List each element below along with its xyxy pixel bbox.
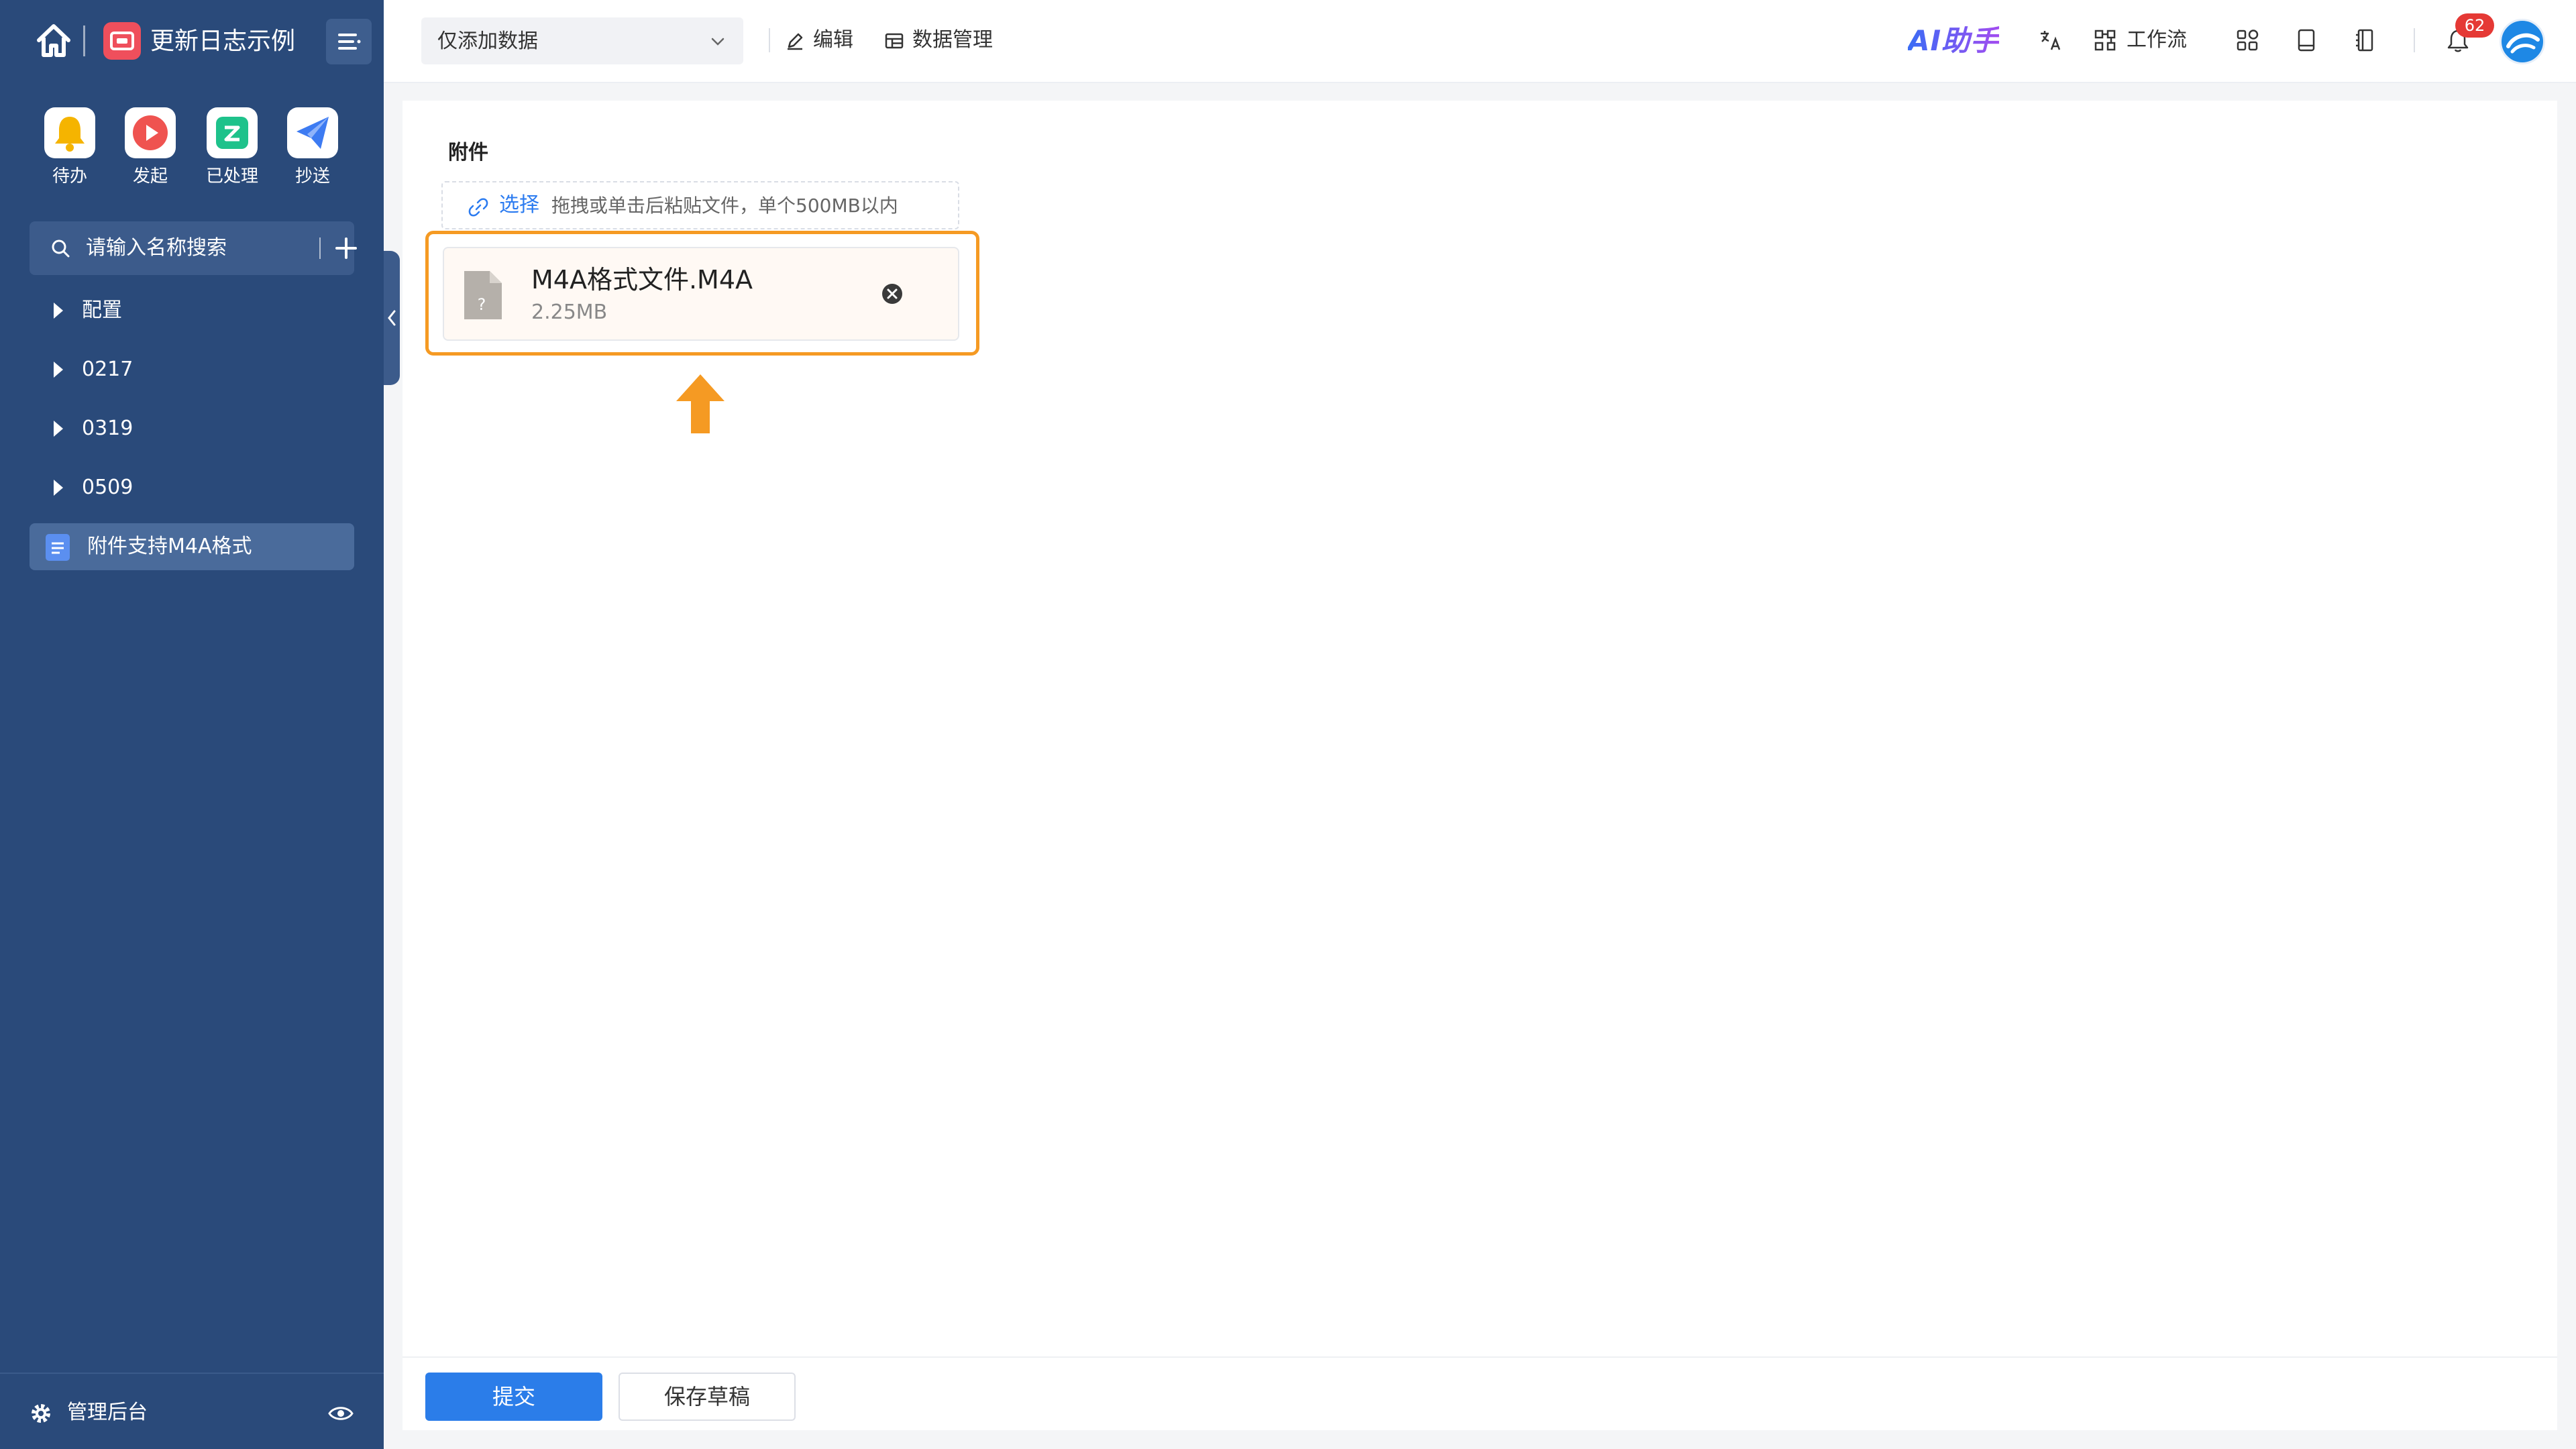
caret-right-icon xyxy=(54,303,63,319)
file-size: 2.25MB xyxy=(531,301,608,324)
unknown-file-icon: ? xyxy=(462,268,504,322)
toolbar-divider xyxy=(2414,28,2415,52)
done-icon xyxy=(207,107,258,158)
tree-item-0319[interactable]: 0319 xyxy=(30,405,354,452)
submit-button[interactable]: 提交 xyxy=(425,1373,602,1421)
tree-item-m4a-support[interactable]: 附件支持M4A格式 xyxy=(30,523,354,570)
toolbar-divider xyxy=(769,28,770,52)
tree-item-label: 0217 xyxy=(82,358,133,381)
attachment-field-label: 附件 xyxy=(448,141,488,164)
pencil-icon xyxy=(785,31,805,51)
sidebar-search: 请输入名称搜索 xyxy=(30,221,357,275)
sidebar-footer: 管理后台 xyxy=(0,1373,384,1449)
admin-link[interactable]: 管理后台 xyxy=(67,1399,148,1426)
quick-action-label: 待办 xyxy=(52,166,87,186)
gear-icon xyxy=(30,1402,52,1425)
edit-label: 编辑 xyxy=(813,28,853,52)
translate-icon[interactable] xyxy=(2037,27,2063,54)
file-name: M4A格式文件.M4A xyxy=(531,265,753,294)
search-divider xyxy=(319,237,321,259)
sidebar-collapse-handle[interactable] xyxy=(384,251,400,385)
view-select-value: 仅添加数据 xyxy=(437,30,538,53)
table-icon xyxy=(884,31,904,51)
document-icon xyxy=(46,534,70,561)
tree-item-label: 0319 xyxy=(82,417,133,440)
home-icon[interactable] xyxy=(34,20,74,60)
chevron-left-icon xyxy=(388,310,396,326)
remove-file-icon[interactable] xyxy=(879,280,906,307)
search-input[interactable]: 请输入名称搜索 xyxy=(86,235,227,262)
save-draft-button[interactable]: 保存草稿 xyxy=(619,1373,796,1421)
form-footer: 提交 保存草稿 xyxy=(402,1356,2557,1430)
upload-hint: 拖拽或单击后粘贴文件，单个500MB以内 xyxy=(551,195,898,217)
form-panel: 附件 选择 拖拽或单击后粘贴文件，单个500MB以内 ? M4A格式文件.M4A… xyxy=(402,101,2557,1356)
workflow-label: 工作流 xyxy=(2127,28,2187,52)
tree-item-label: 配置 xyxy=(82,299,122,322)
upload-dropzone[interactable]: 选择 拖拽或单击后粘贴文件，单个500MB以内 xyxy=(441,181,959,229)
attached-file-card[interactable]: ? M4A格式文件.M4A 2.25MB xyxy=(443,247,959,341)
header-divider xyxy=(83,25,85,56)
quick-action-start[interactable]: 发起 xyxy=(117,107,184,188)
search-icon xyxy=(51,239,70,258)
caret-right-icon xyxy=(54,362,63,378)
add-icon[interactable] xyxy=(334,236,358,260)
menu-toggle-button[interactable] xyxy=(326,19,372,64)
app-logo-icon xyxy=(103,22,141,60)
book-icon[interactable] xyxy=(2293,27,2320,54)
quick-action-label: 抄送 xyxy=(294,166,330,186)
eye-icon[interactable] xyxy=(327,1402,354,1425)
workflow-icon xyxy=(2092,27,2118,54)
app-title: 更新日志示例 xyxy=(150,28,296,55)
sidebar: 更新日志示例 待办 发起 已处理 抄送 请输入名称搜索 配置 0217 0319… xyxy=(0,0,384,1449)
bell-icon xyxy=(44,107,95,158)
quick-action-cc[interactable]: 抄送 xyxy=(279,107,346,188)
chevron-down-icon xyxy=(710,34,726,50)
choose-file-link[interactable]: 选择 xyxy=(499,192,539,219)
send-icon xyxy=(287,107,338,158)
tree-item-label: 0509 xyxy=(82,476,133,499)
caret-right-icon xyxy=(54,421,63,437)
sidebar-header: 更新日志示例 xyxy=(0,0,384,83)
apps-grid-icon[interactable] xyxy=(2234,27,2261,54)
quick-action-processed[interactable]: 已处理 xyxy=(199,107,266,188)
tree-item-label: 附件支持M4A格式 xyxy=(87,535,252,558)
link-icon xyxy=(468,197,488,217)
quick-action-label: 发起 xyxy=(132,166,168,186)
avatar[interactable] xyxy=(2500,19,2545,64)
quick-action-todo[interactable]: 待办 xyxy=(36,107,103,188)
top-bar: 仅添加数据 编辑 数据管理 AI助手 工作流 62 xyxy=(384,0,2576,83)
caret-right-icon xyxy=(54,480,63,496)
tree-item-0509[interactable]: 0509 xyxy=(30,464,354,511)
data-manage-label: 数据管理 xyxy=(912,28,993,52)
play-icon xyxy=(125,107,176,158)
tree-item-config[interactable]: 配置 xyxy=(30,287,354,334)
notification-badge: 62 xyxy=(2455,13,2494,38)
notebook-icon[interactable] xyxy=(2352,27,2379,54)
pointer-arrow-up-icon xyxy=(674,372,727,436)
svg-text:?: ? xyxy=(478,295,486,314)
ai-assistant-button[interactable]: AI助手 xyxy=(1908,23,1999,59)
tree-item-0217[interactable]: 0217 xyxy=(30,346,354,393)
view-select[interactable]: 仅添加数据 xyxy=(421,17,743,64)
quick-action-label: 已处理 xyxy=(205,166,258,186)
